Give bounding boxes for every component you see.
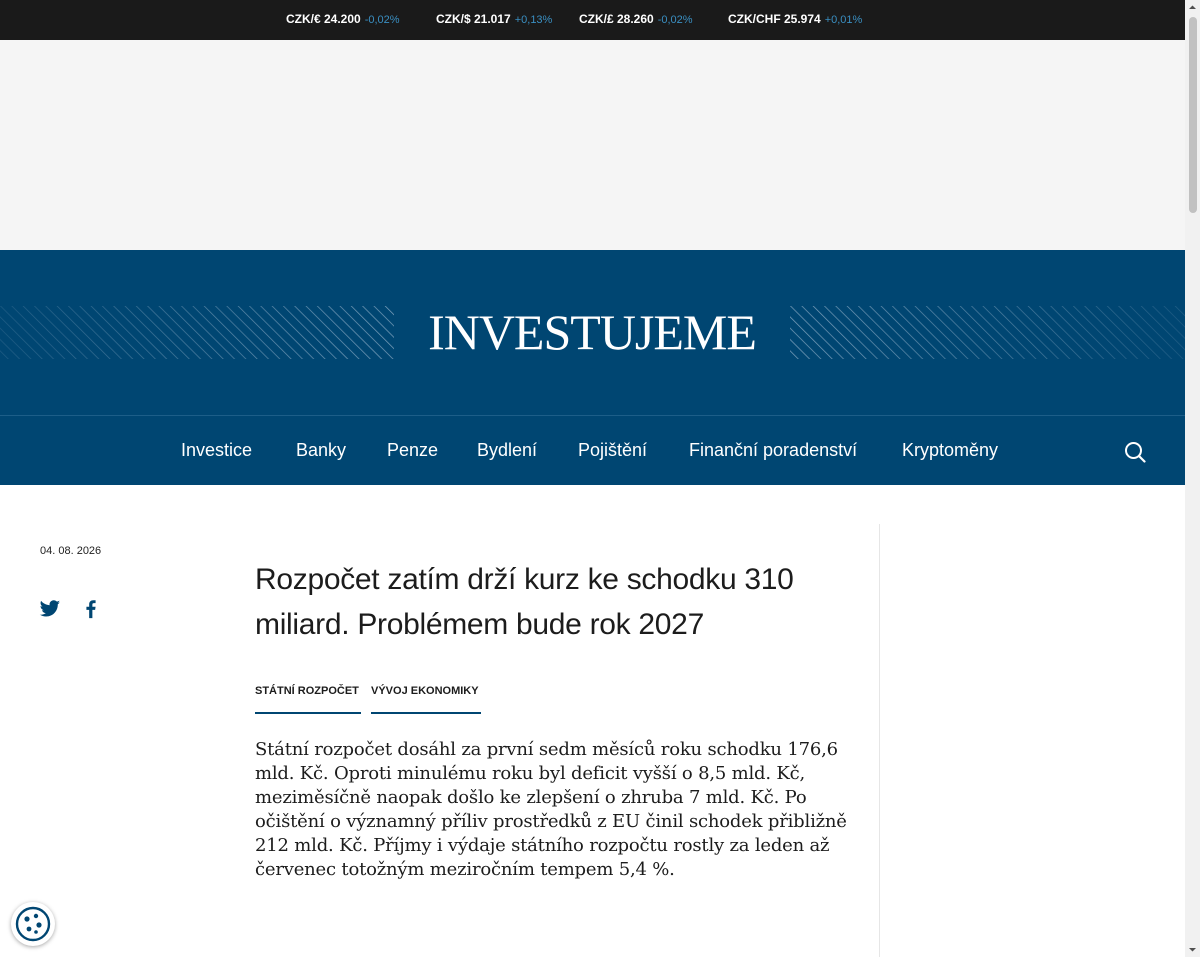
nav-item-banky[interactable]: Banky [296, 440, 346, 461]
cookie-settings-icon [15, 906, 51, 942]
article-title: Rozpočet zatím drží kurz ke schodku 310 … [255, 563, 794, 641]
nav-item-penze[interactable]: Penze [387, 440, 438, 461]
page-scrollbar[interactable] [1185, 0, 1200, 957]
tag-vyvoj-ekonomiky[interactable]: VÝVOJ EKONOMIKY [371, 685, 481, 714]
ticker-item-gbp[interactable]: CZK/£ 28.260 -0,02% [579, 12, 693, 26]
ticker-pair: CZK/$ 21.017 [436, 12, 511, 26]
ticker-change: -0,02% [364, 14, 400, 26]
ticker-pair: CZK/CHF 25.974 [728, 12, 821, 26]
ad-banner-area [0, 40, 1185, 250]
twitter-icon[interactable] [39, 598, 61, 620]
article-date: 04. 08. 2026 [40, 545, 102, 557]
scroll-down-arrow-icon[interactable] [1185, 942, 1200, 957]
ticker-item-usd[interactable]: CZK/$ 21.017 +0,13% [436, 12, 552, 26]
main-navigation: Investice Banky Penze Bydlení Pojištění … [0, 415, 1185, 485]
nav-item-kryptomeny[interactable]: Kryptoměny [902, 440, 998, 461]
article-perex: Státní rozpočet dosáhl za první sedm měs… [255, 739, 847, 880]
cookie-settings-button[interactable] [11, 902, 55, 946]
ticker-item-eur[interactable]: CZK/€ 24.200 -0,02% [286, 12, 400, 26]
facebook-icon[interactable] [80, 598, 102, 620]
nav-item-financni-poradenstvi[interactable]: Finanční poradenství [689, 440, 857, 461]
decorative-stripes-left [0, 306, 394, 359]
ticker-change: -0,02% [657, 14, 693, 26]
content-divider [879, 524, 880, 957]
nav-item-pojisteni[interactable]: Pojištění [578, 440, 647, 461]
currency-ticker: CZK/€ 24.200 -0,02% CZK/$ 21.017 +0,13% CZ… [0, 0, 1185, 40]
nav-item-bydleni[interactable]: Bydlení [477, 440, 537, 461]
search-icon[interactable] [1124, 441, 1146, 463]
ticker-pair: CZK/£ 28.260 [579, 12, 654, 26]
masthead: INVESTUJEME [0, 250, 1185, 415]
ticker-change: +0,01% [824, 14, 863, 26]
ticker-pair: CZK/€ 24.200 [286, 12, 361, 26]
scroll-up-arrow-icon[interactable] [1185, 0, 1200, 15]
decorative-stripes-right [790, 306, 1185, 359]
nav-item-investice[interactable]: Investice [181, 440, 252, 461]
tag-statni-rozpocet[interactable]: STÁTNÍ ROZPOČET [255, 685, 361, 714]
scrollbar-thumb[interactable] [1189, 17, 1197, 213]
site-logo[interactable]: INVESTUJEME [394, 302, 790, 362]
ticker-change: +0,13% [514, 14, 553, 26]
ticker-item-chf[interactable]: CZK/CHF 25.974 +0,01% [728, 12, 862, 26]
